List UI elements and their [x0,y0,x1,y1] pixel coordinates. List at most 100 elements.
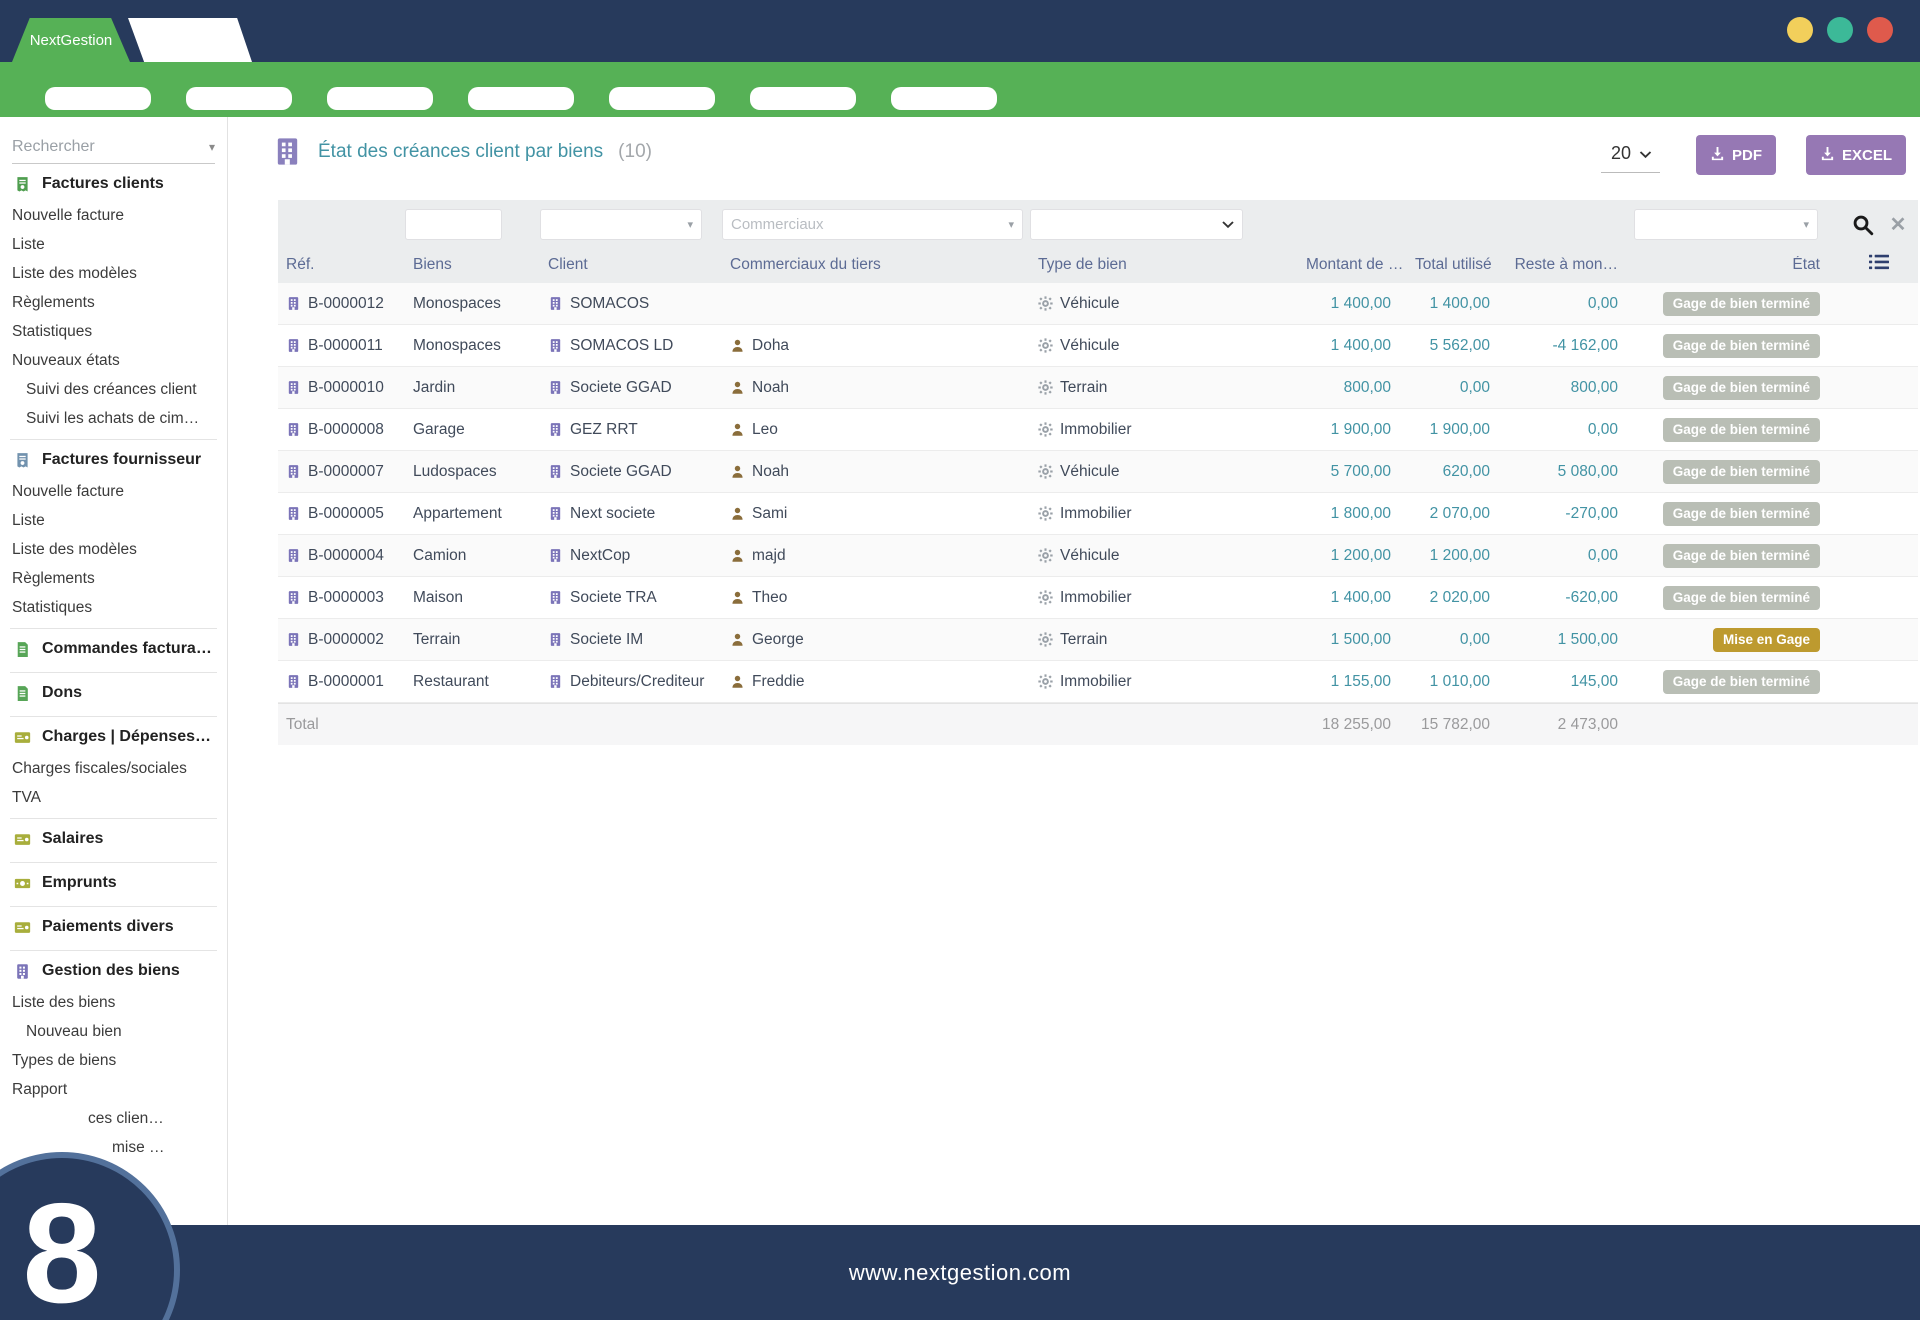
sidebar-section-7[interactable]: Paiements divers [0,907,227,944]
sidebar-item[interactable]: Charges fiscales/sociales [0,754,227,783]
gear-icon [1038,380,1053,395]
search-icon[interactable] [1852,214,1874,236]
building-purple-icon [14,963,31,980]
col-type-bien[interactable]: Type de bien [1030,256,1298,274]
sidebar-section-label: Factures clients [42,175,164,193]
type-bien-cell: Véhicule [1060,463,1119,481]
sidebar-item[interactable]: Suivi les achats de cim… [0,404,227,433]
sidebar-section-5[interactable]: Salaires [0,819,227,856]
col-etat[interactable]: État [1634,256,1840,274]
client-cell: Societe GGAD [570,379,672,397]
nav-pill-2[interactable] [186,87,292,110]
sidebar-section-1[interactable]: Factures fournisseur [0,440,227,477]
etat-filter-select[interactable]: ▾ [1634,209,1818,240]
brand-tab[interactable]: NextGestion [12,18,130,62]
bien-cell: Camion [413,547,466,565]
sidebar-item[interactable]: Suivi des créances client [0,375,227,404]
nav-pill-5[interactable] [609,87,715,110]
nav-pill-1[interactable] [45,87,151,110]
sidebar-item[interactable]: Rapport [0,1075,227,1104]
table-row[interactable]: B-0000001 Restaurant Debiteurs/Crediteur… [278,661,1918,703]
bien-cell: Monospaces [413,337,501,355]
col-client[interactable]: Client [540,256,722,274]
sidebar-section-6[interactable]: Emprunts [0,863,227,900]
gear-icon [1038,548,1053,563]
sidebar-section-3[interactable]: Dons [0,673,227,710]
sidebar-item[interactable]: Nouveau bien [0,1017,227,1046]
nav-pill-7[interactable] [891,87,997,110]
sidebar-item[interactable]: Liste des biens [0,988,227,1017]
commercial-cell: Doha [752,337,789,355]
type-bien-filter-select[interactable] [1030,209,1243,240]
clear-filters-icon[interactable]: ✕ [1890,212,1907,237]
table-row[interactable]: B-0000005 Appartement Next societe Sami … [278,493,1918,535]
sidebar-item[interactable]: Statistiques [0,317,227,346]
page-header: État des créances client par biens (10) … [229,117,1920,200]
table-row[interactable]: B-0000008 Garage GEZ RRT Leo Immobilier … [278,409,1918,451]
sidebar-search-select[interactable]: Rechercher ▾ [12,130,215,164]
page-size-select[interactable]: 20 [1601,137,1660,173]
sidebar-item[interactable]: Types de biens [0,1046,227,1075]
client-cell: NextCop [570,547,630,565]
table-row[interactable]: B-0000010 Jardin Societe GGAD Noah Terra… [278,367,1918,409]
nav-pill-4[interactable] [468,87,574,110]
sidebar-item[interactable]: Statistiques [0,593,227,622]
status-badge: Gage de bien terminé [1663,334,1820,358]
sidebar-section-4[interactable]: Charges | Dépenses… [0,717,227,754]
sidebar-section-label: Gestion des biens [42,962,180,980]
client-filter-select[interactable]: ▾ [540,209,702,240]
reste-cell: 0,00 [1506,295,1634,313]
gear-icon [1038,422,1053,437]
col-ref[interactable]: Réf. [278,256,405,274]
sidebar-item[interactable]: Nouvelle facture [0,477,227,506]
biens-filter-input[interactable] [405,209,502,240]
col-commerciaux[interactable]: Commerciaux du tiers [722,256,1030,274]
pdf-export-button[interactable]: PDF [1696,135,1776,175]
sidebar-search-placeholder: Rechercher [12,138,95,156]
montant-cell: 1 155,00 [1298,673,1407,691]
nav-pill-6[interactable] [750,87,856,110]
col-reste[interactable]: Reste à mon… [1506,256,1634,274]
table-row[interactable]: B-0000012 Monospaces SOMACOS Véhicule 1 … [278,283,1918,325]
sidebar-item[interactable]: Règlements [0,288,227,317]
yellow-dot[interactable] [1787,17,1813,43]
col-biens[interactable]: Biens [405,256,540,274]
sidebar-section-8[interactable]: Gestion des biens [0,951,227,988]
reste-cell: 1 500,00 [1506,631,1634,649]
sidebar-item[interactable]: ces clien… [0,1104,227,1133]
table-row[interactable]: B-0000003 Maison Societe TRA Theo Immobi… [278,577,1918,619]
sidebar-section-0[interactable]: Factures clients [0,164,227,201]
sidebar-item[interactable]: Liste [0,506,227,535]
sidebar-item[interactable]: Liste des modèles [0,259,227,288]
table-row[interactable]: B-0000004 Camion NextCop majd Véhicule 1… [278,535,1918,577]
table-row[interactable]: B-0000002 Terrain Societe IM George Terr… [278,619,1918,661]
type-bien-cell: Immobilier [1060,589,1131,607]
commercial-cell: Theo [752,589,787,607]
sidebar-item[interactable]: Liste des modèles [0,535,227,564]
commerciaux-filter-select[interactable]: Commerciaux ▾ [722,209,1023,240]
table-row[interactable]: B-0000007 Ludospaces Societe GGAD Noah V… [278,451,1918,493]
nav-pill-3[interactable] [327,87,433,110]
col-montant[interactable]: Montant de … [1298,256,1407,274]
teal-dot[interactable] [1827,17,1853,43]
person-icon [730,548,745,563]
list-view-icon[interactable] [1869,254,1889,275]
sidebar-item[interactable]: TVA [0,783,227,812]
sidebar-item[interactable]: Liste [0,230,227,259]
sidebar-item[interactable]: Nouveaux états [0,346,227,375]
table-row[interactable]: B-0000011 Monospaces SOMACOS LD Doha Véh… [278,325,1918,367]
chevron-down-icon [1639,143,1652,164]
sidebar-section-2[interactable]: Commandes factura… [0,629,227,666]
sidebar-item[interactable]: Règlements [0,564,227,593]
ref-cell: B-0000003 [308,589,384,607]
gear-icon [1038,506,1053,521]
montant-cell: 1 900,00 [1298,421,1407,439]
commercial-cell: Leo [752,421,778,439]
total-utilise-cell: 2 070,00 [1407,505,1506,523]
montant-cell: 1 400,00 [1298,295,1407,313]
excel-export-button[interactable]: EXCEL [1806,135,1906,175]
type-bien-cell: Immobilier [1060,673,1131,691]
red-dot[interactable] [1867,17,1893,43]
sidebar-item[interactable]: Nouvelle facture [0,201,227,230]
col-total-utilise[interactable]: Total utilisé [1407,256,1506,274]
